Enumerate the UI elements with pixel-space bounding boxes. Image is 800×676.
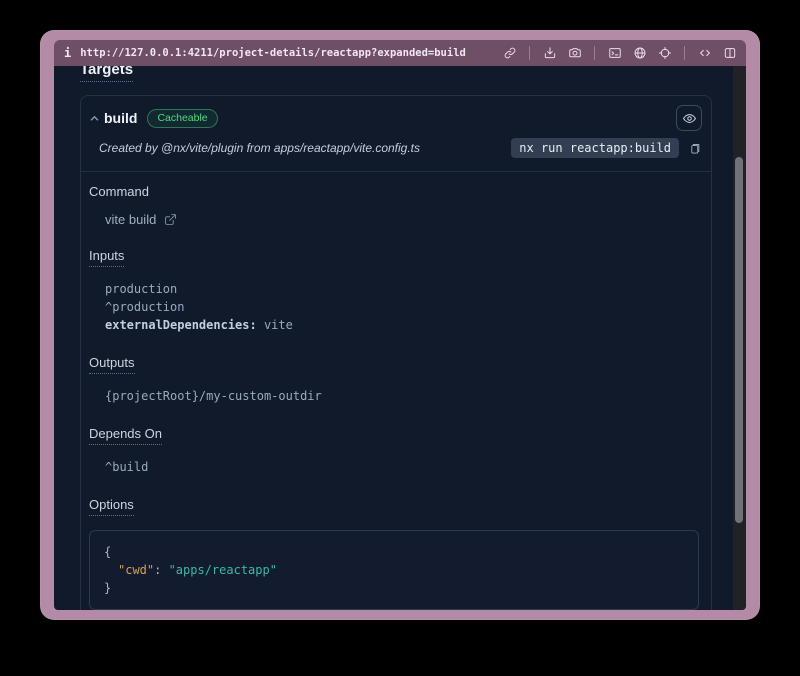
depends-on-item: ^build [105, 458, 701, 476]
depends-on-list: ^build [105, 458, 701, 476]
run-command-chip: nx run reactapp:build [511, 138, 679, 158]
options-section-label: Options [89, 497, 701, 516]
vertical-scrollbar[interactable] [733, 66, 746, 610]
camera-icon[interactable] [566, 45, 583, 62]
split-panel-icon[interactable] [721, 45, 738, 62]
toolbar-actions [501, 45, 738, 62]
targets-heading: Targets [80, 66, 712, 82]
json-line: "cwd": "apps/reactapp" [104, 561, 684, 579]
copy-icon[interactable] [686, 139, 702, 157]
eye-icon [682, 111, 697, 126]
input-item: production [105, 280, 701, 298]
view-target-graph-button[interactable] [676, 105, 702, 131]
inputs-section-label: Inputs [89, 248, 701, 267]
globe-icon[interactable] [631, 45, 648, 62]
external-link-icon[interactable] [163, 212, 178, 227]
terminal-icon[interactable] [606, 45, 623, 62]
inputs-list: production ^production externalDependenc… [105, 280, 701, 334]
chevron-up-icon[interactable] [86, 110, 102, 126]
toolbar-divider [684, 46, 685, 60]
desktop-background: i http://127.0.0.1:4211/project-details/… [0, 0, 800, 676]
outputs-list: {projectRoot}/my-custom-outdir [105, 387, 701, 405]
command-section-label: Command [89, 184, 701, 199]
build-card-header[interactable]: build Cacheable [81, 96, 711, 131]
import-icon[interactable] [541, 45, 558, 62]
run-command-group: nx run reactapp:build [511, 138, 702, 158]
code-icon[interactable] [696, 45, 713, 62]
options-json-block: { "cwd": "apps/reactapp" } [89, 530, 699, 610]
target-icon[interactable] [656, 45, 673, 62]
input-item: ^production [105, 298, 701, 316]
scrollbar-thumb[interactable] [735, 157, 743, 523]
address-url[interactable]: http://127.0.0.1:4211/project-details/re… [80, 47, 466, 59]
build-card-subheader: Created by @nx/vite/plugin from apps/rea… [81, 131, 711, 172]
depends-on-section-label: Depends On [89, 426, 701, 445]
json-line: { [104, 543, 684, 561]
project-details-content: Targets build Cacheable [54, 66, 733, 610]
browser-window: i http://127.0.0.1:4211/project-details/… [40, 30, 760, 620]
target-name: build [104, 110, 137, 126]
target-card-build: build Cacheable Created by @nx/vite/plug… [80, 95, 712, 610]
info-icon: i [64, 46, 71, 60]
created-by-text: Created by @nx/vite/plugin from apps/rea… [99, 141, 420, 155]
input-item: externalDependencies: vite [105, 316, 701, 334]
toolbar-divider [529, 46, 530, 60]
command-value: vite build [105, 212, 701, 227]
build-card-body: Command vite build Inputs produc [81, 172, 711, 610]
page-viewport: Targets build Cacheable [54, 66, 746, 610]
toolbar-divider [594, 46, 595, 60]
json-line: } [104, 579, 684, 597]
link-icon[interactable] [501, 45, 518, 62]
outputs-section-label: Outputs [89, 355, 701, 374]
output-item: {projectRoot}/my-custom-outdir [105, 387, 701, 405]
cacheable-badge: Cacheable [147, 109, 217, 128]
browser-toolbar: i http://127.0.0.1:4211/project-details/… [54, 40, 746, 66]
